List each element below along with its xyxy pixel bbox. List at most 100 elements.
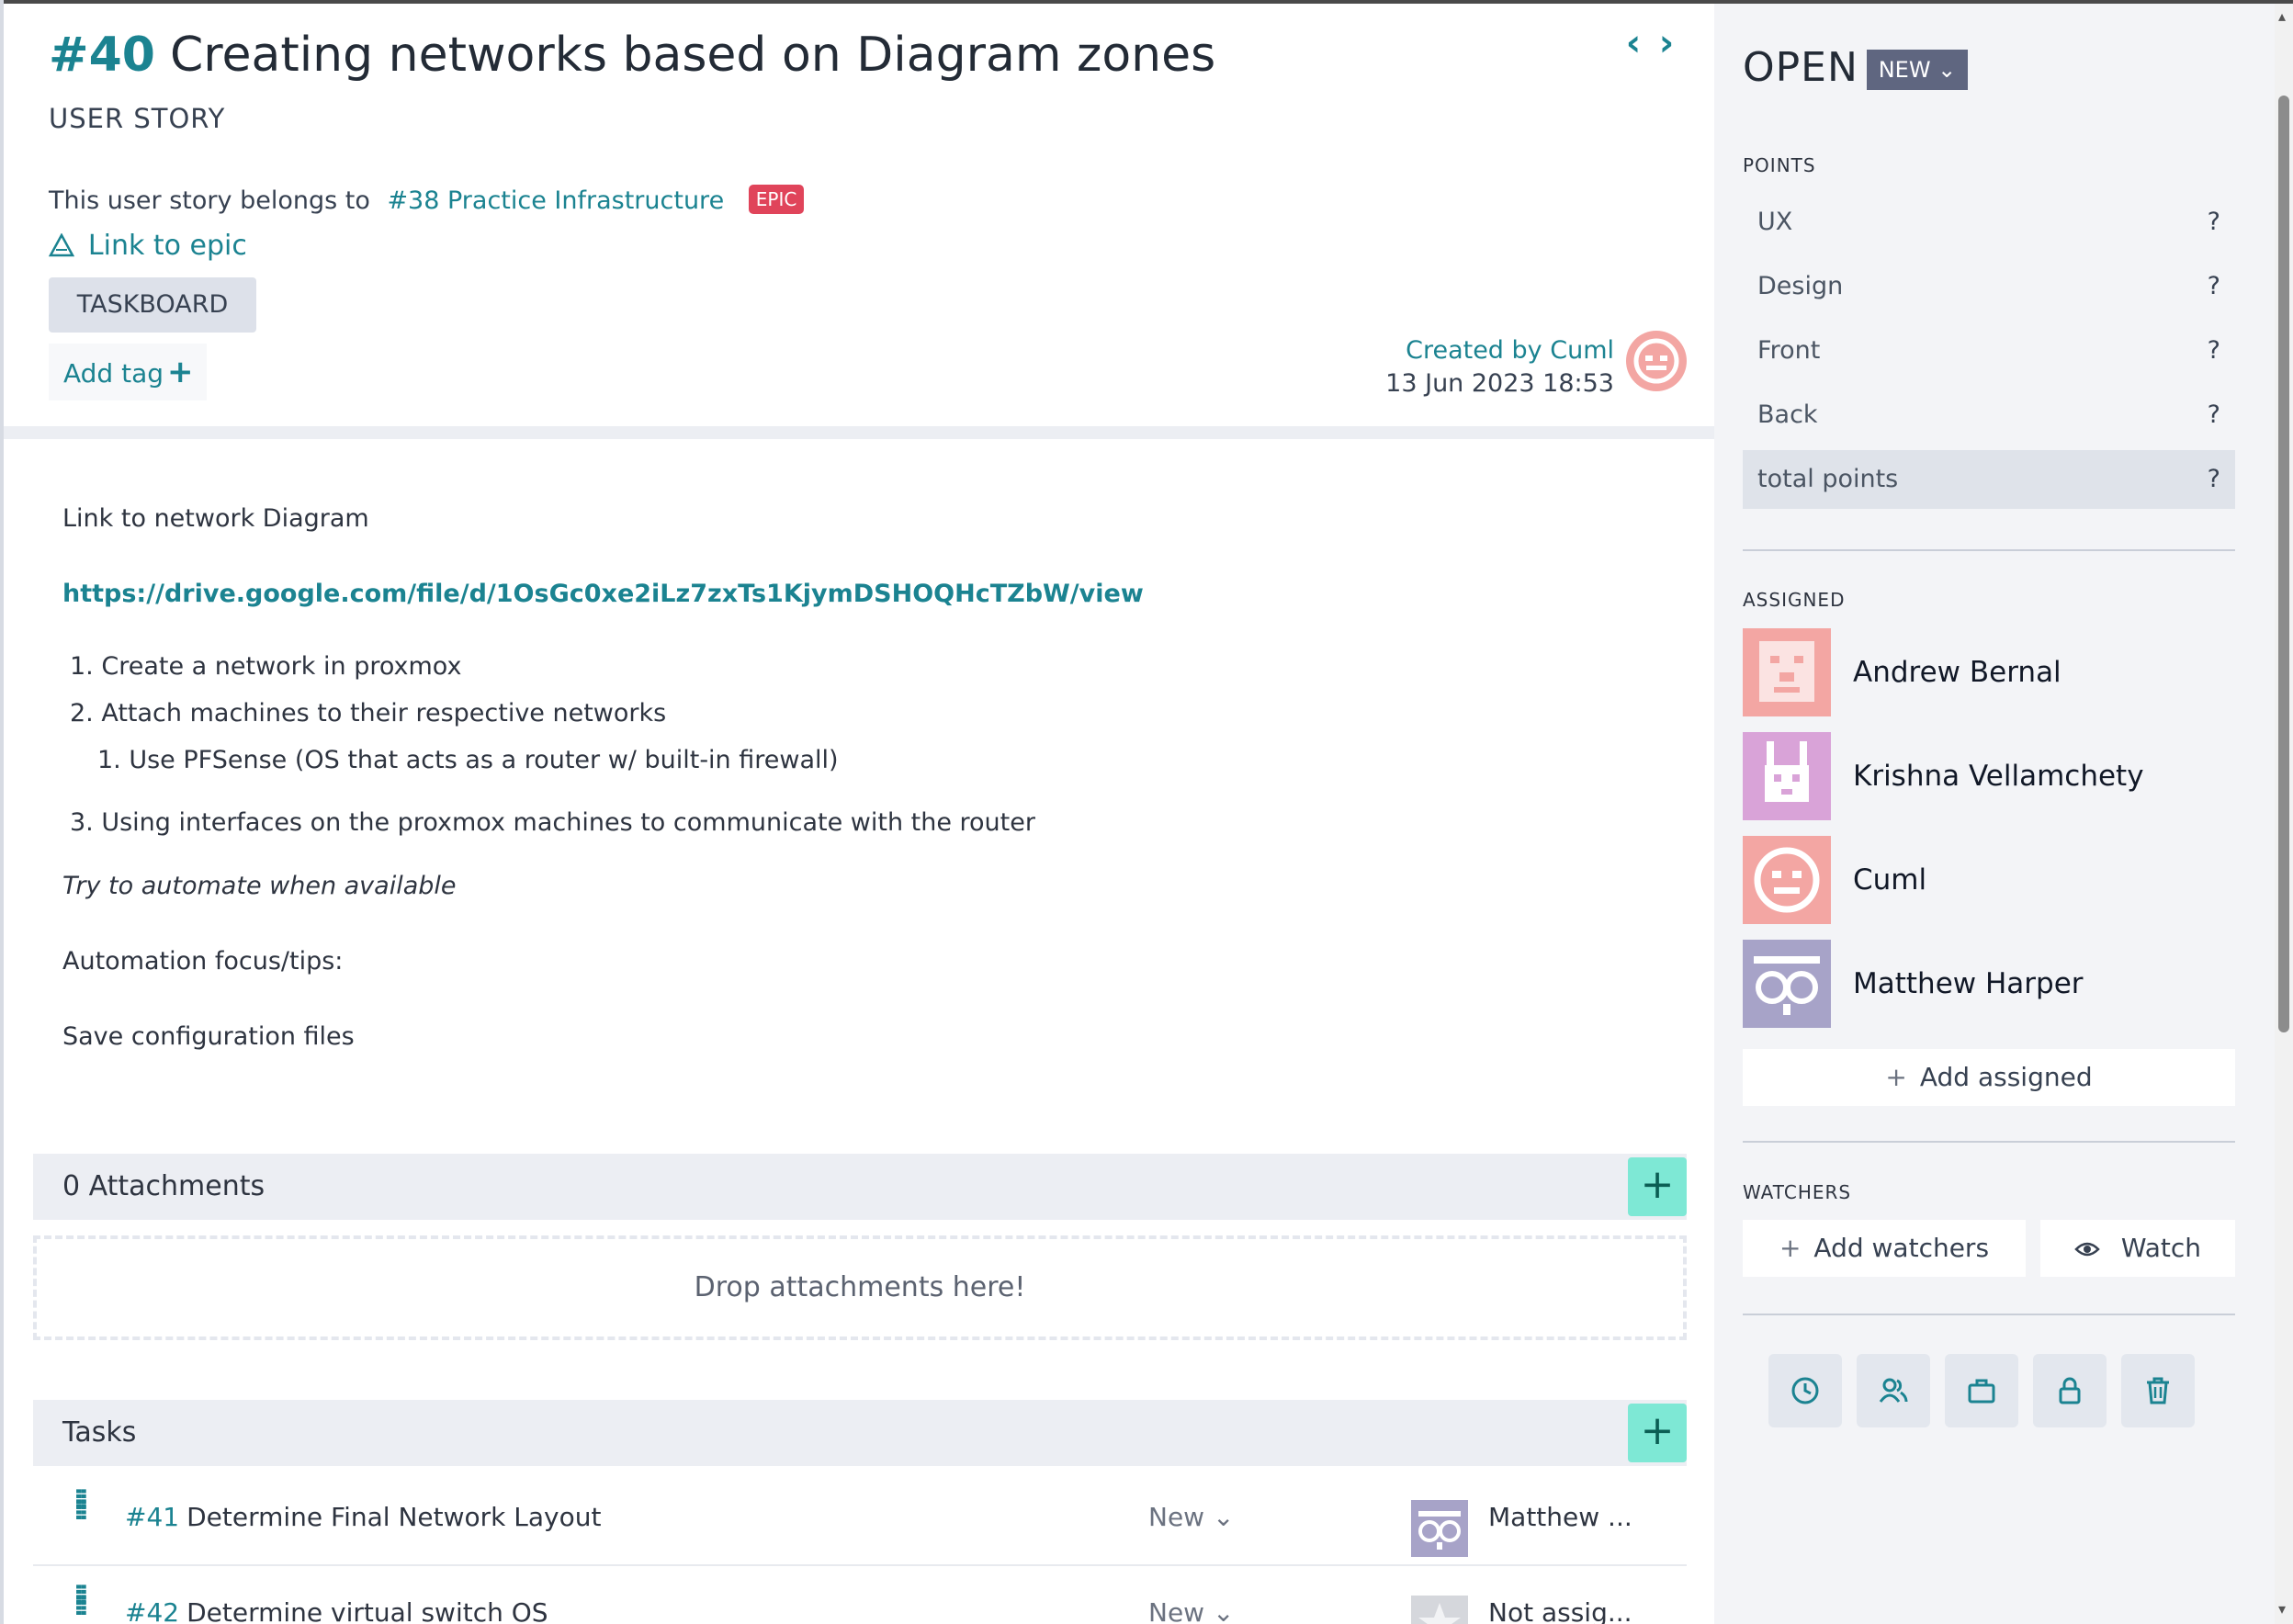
epic-membership: This user story belongs to #38 Practice … <box>49 185 805 215</box>
sidebar-divider <box>1743 1141 2235 1143</box>
description-sublist-item: 1. Use PFSense (OS that acts as a router… <box>97 746 839 774</box>
assigned-heading: ASSIGNED <box>1743 589 1846 611</box>
briefcase-icon[interactable] <box>1945 1354 2018 1427</box>
story-kind: USER STORY <box>49 103 226 134</box>
description-list-item: 3. Using interfaces on the proxmox machi… <box>70 808 1035 837</box>
belongs-text: This user story belongs to <box>49 186 370 215</box>
points-role: Back <box>1757 400 1818 429</box>
add-assigned-button[interactable]: + Add assigned <box>1743 1049 2235 1106</box>
assignee-name: Krishna Vellamchety <box>1853 760 2144 793</box>
assignee-name: Andrew Bernal <box>1853 656 2061 689</box>
watch-label: Watch <box>2120 1233 2202 1263</box>
tasks-label: Tasks <box>62 1416 137 1449</box>
link-to-epic-button[interactable]: Link to epic <box>48 230 247 262</box>
task-name[interactable]: #41 Determine Final Network Layout <box>125 1471 601 1564</box>
watchers-heading: WATCHERS <box>1743 1181 1852 1203</box>
points-row[interactable]: UX? <box>1743 193 2235 252</box>
task-status-dropdown[interactable]: New ⌄ <box>1148 1471 1234 1564</box>
assignee-item[interactable]: Krishna Vellamchety <box>1743 732 2235 820</box>
plus-icon: + <box>1779 1233 1802 1263</box>
avatar <box>1743 628 1831 716</box>
total-points-label: total points <box>1757 465 1899 493</box>
assignee-item[interactable]: Cuml <box>1743 836 2235 924</box>
add-attachment-button[interactable]: + <box>1628 1157 1687 1216</box>
drag-handle-icon[interactable]: ⁞⁞ ⁞⁞ <box>73 1582 89 1620</box>
unassigned-avatar <box>1411 1596 1468 1624</box>
scrollbar[interactable]: ▴ ▾ <box>2275 4 2293 1624</box>
description-line: Save configuration files <box>62 1022 355 1051</box>
scroll-down-icon[interactable]: ▾ <box>2278 1602 2286 1617</box>
assignee-item[interactable]: Matthew Harper <box>1743 940 2235 1028</box>
taskboard-button[interactable]: TASKBOARD <box>49 277 256 333</box>
diagram-url-link[interactable]: https://drive.google.com/file/d/1OsGc0xe… <box>62 580 1144 608</box>
add-task-button[interactable]: + <box>1628 1404 1687 1462</box>
total-points-value: ? <box>2207 465 2220 493</box>
points-row[interactable]: Front? <box>1743 321 2235 380</box>
task-status-dropdown[interactable]: New ⌄ <box>1148 1566 1234 1624</box>
created-by[interactable]: Created by Cuml <box>1385 334 1614 367</box>
clock-icon[interactable] <box>1768 1354 1842 1427</box>
points-value[interactable]: ? <box>2208 257 2220 316</box>
task-assignee-name[interactable]: Not assig... <box>1488 1566 1632 1624</box>
assignee-name: Cuml <box>1853 863 1927 897</box>
story-ref: #40 <box>49 28 155 83</box>
points-value[interactable]: ? <box>2208 193 2220 252</box>
points-value[interactable]: ? <box>2208 386 2220 445</box>
assignee-name: Matthew Harper <box>1853 967 2084 1000</box>
epic-link[interactable]: #38 Practice Infrastructure <box>387 186 724 215</box>
task-assignee-name[interactable]: Matthew ... <box>1488 1471 1632 1564</box>
points-value[interactable]: ? <box>2208 321 2220 380</box>
points-role: Front <box>1757 336 1821 365</box>
description-line: Automation focus/tips: <box>62 947 344 976</box>
add-watchers-label: Add watchers <box>1813 1233 1990 1263</box>
description-italic-note: Try to automate when available <box>62 872 457 900</box>
story-navigation: ‹ › <box>1617 22 1683 64</box>
scrollbar-thumb[interactable] <box>2278 96 2289 1032</box>
add-tag-button[interactable]: Add tag + <box>49 344 207 400</box>
status-dropdown[interactable]: NEW ⌄ <box>1867 50 1968 90</box>
description-list-item: 2. Attach machines to their respective n… <box>70 699 667 727</box>
points-row[interactable]: Design? <box>1743 257 2235 316</box>
attachment-drop-zone[interactable]: Drop attachments here! <box>33 1235 1687 1340</box>
tasks-header: Tasks + <box>33 1400 1687 1466</box>
drag-handle-icon[interactable]: ⁞⁞ ⁞⁞ <box>73 1486 89 1525</box>
epic-badge: EPIC <box>748 185 805 214</box>
scroll-up-icon[interactable]: ▴ <box>2278 9 2286 24</box>
add-assigned-label: Add assigned <box>1919 1062 2093 1092</box>
story-title-text: Creating networks based on Diagram zones <box>169 28 1216 83</box>
created-date: 13 Jun 2023 18:53 <box>1385 369 1614 398</box>
story-title: #40 Creating networks based on Diagram zo… <box>49 28 1215 83</box>
total-points-row: total points? <box>1743 450 2235 509</box>
chevron-left-icon[interactable]: ‹ <box>1617 22 1650 64</box>
description-line: Link to network Diagram <box>62 504 369 533</box>
task-ref[interactable]: #41 <box>125 1502 179 1532</box>
link-to-epic-label: Link to epic <box>87 230 247 262</box>
eye-icon <box>2074 1233 2108 1263</box>
task-title[interactable]: Determine Final Network Layout <box>186 1502 601 1532</box>
task-row[interactable]: ⁞⁞ ⁞⁞ #42 Determine virtual switch OS New … <box>33 1566 1687 1624</box>
attachments-header: 0 Attachments + <box>33 1154 1687 1220</box>
chevron-right-icon[interactable]: › <box>1650 22 1683 64</box>
plus-icon: + <box>167 354 194 390</box>
task-name[interactable]: #42 Determine virtual switch OS <box>125 1566 548 1624</box>
story-sidebar: OPEN NEW ⌄ POINTS UX? Design? Front? Bac… <box>1714 4 2275 1624</box>
add-watchers-button[interactable]: + Add watchers <box>1743 1220 2026 1277</box>
sidebar-divider <box>1743 1314 2235 1315</box>
assignee-item[interactable]: Andrew Bernal <box>1743 628 2235 716</box>
task-title[interactable]: Determine virtual switch OS <box>186 1597 548 1624</box>
section-divider <box>4 426 1714 439</box>
creator-avatar[interactable] <box>1626 331 1687 391</box>
watch-button[interactable]: Watch <box>2040 1220 2235 1277</box>
created-info: Created by Cuml 13 Jun 2023 18:53 <box>1385 334 1614 400</box>
attachments-label: 0 Attachments <box>62 1170 265 1202</box>
lock-icon[interactable] <box>2033 1354 2107 1427</box>
status-text: OPEN <box>1743 44 1858 91</box>
points-row[interactable]: Back? <box>1743 386 2235 445</box>
sidebar-divider <box>1743 549 2235 551</box>
points-role: UX <box>1757 208 1793 236</box>
triangle-link-icon <box>48 231 83 261</box>
task-ref[interactable]: #42 <box>125 1597 179 1624</box>
people-icon[interactable] <box>1857 1354 1930 1427</box>
task-row[interactable]: ⁞⁞ ⁞⁞ #41 Determine Final Network Layout N… <box>33 1471 1687 1566</box>
trash-icon[interactable] <box>2121 1354 2195 1427</box>
